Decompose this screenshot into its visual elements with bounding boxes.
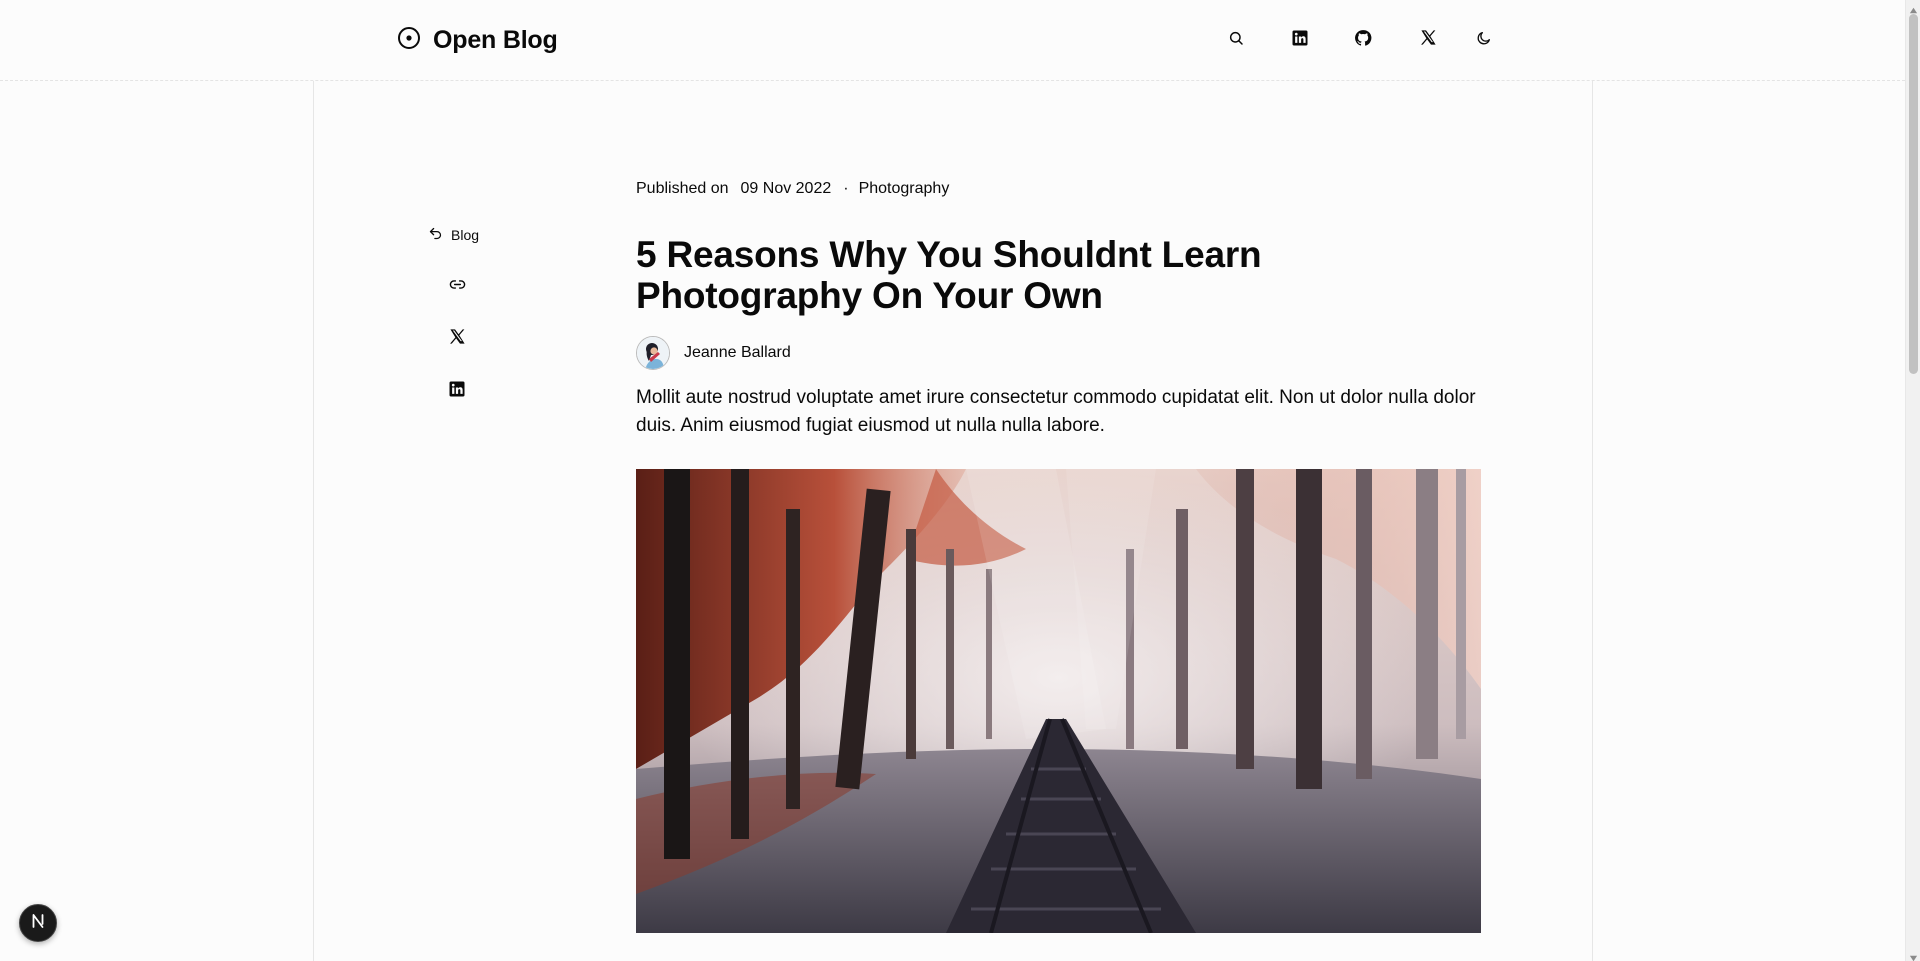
link-icon [449,276,466,298]
published-date: 09 Nov 2022 [740,180,832,197]
x-icon [449,328,466,350]
back-label: Blog [451,227,480,243]
undo-arrow-icon [428,226,443,244]
article-title: 5 Reasons Why You Shouldnt Learn Photogr… [636,234,1262,316]
theme-toggle-button[interactable] [1468,24,1500,56]
author-avatar [636,336,670,370]
logo-icon [397,26,421,55]
search-button[interactable] [1220,24,1252,56]
back-to-blog-link[interactable]: Blog [428,224,479,246]
scrollbar-thumb[interactable] [1909,14,1918,374]
content-border-right [1592,81,1593,961]
github-icon [1354,29,1372,52]
page-scrollbar[interactable] [1905,0,1920,961]
article-excerpt: Mollit aute nostrud voluptate amet irure… [636,387,1476,436]
search-icon [1228,30,1244,51]
brand-link[interactable]: Open Blog [397,24,558,56]
copy-link-button[interactable] [445,275,469,299]
brand-title: Open Blog [433,25,558,54]
author-link[interactable]: Jeanne Ballard [636,336,1482,370]
next-logo-icon [29,912,47,935]
category-link[interactable]: Photography [859,180,950,198]
site-header: Open Blog [0,0,1905,81]
x-button[interactable] [1412,24,1444,56]
linkedin-button[interactable] [1284,24,1316,56]
moon-icon [1476,30,1492,51]
linkedin-icon [1291,29,1309,52]
hero-image [636,469,1481,933]
scroll-down-arrow-icon[interactable] [1909,950,1918,961]
author-name: Jeanne Ballard [684,344,791,361]
share-x-button[interactable] [445,327,469,351]
content-border-left [313,81,314,961]
article: Published on 09 Nov 2022 · Photography 5… [636,178,1482,440]
meta-separator: · [843,180,849,197]
scroll-up-arrow-icon[interactable] [1909,2,1918,14]
share-linkedin-button[interactable] [445,379,469,403]
linkedin-icon [448,380,466,403]
github-button[interactable] [1347,24,1379,56]
dev-tools-badge[interactable] [19,904,57,942]
article-meta: Published on 09 Nov 2022 · Photography [636,178,1482,200]
published-prefix: Published on [636,180,729,197]
x-icon [1420,29,1437,51]
